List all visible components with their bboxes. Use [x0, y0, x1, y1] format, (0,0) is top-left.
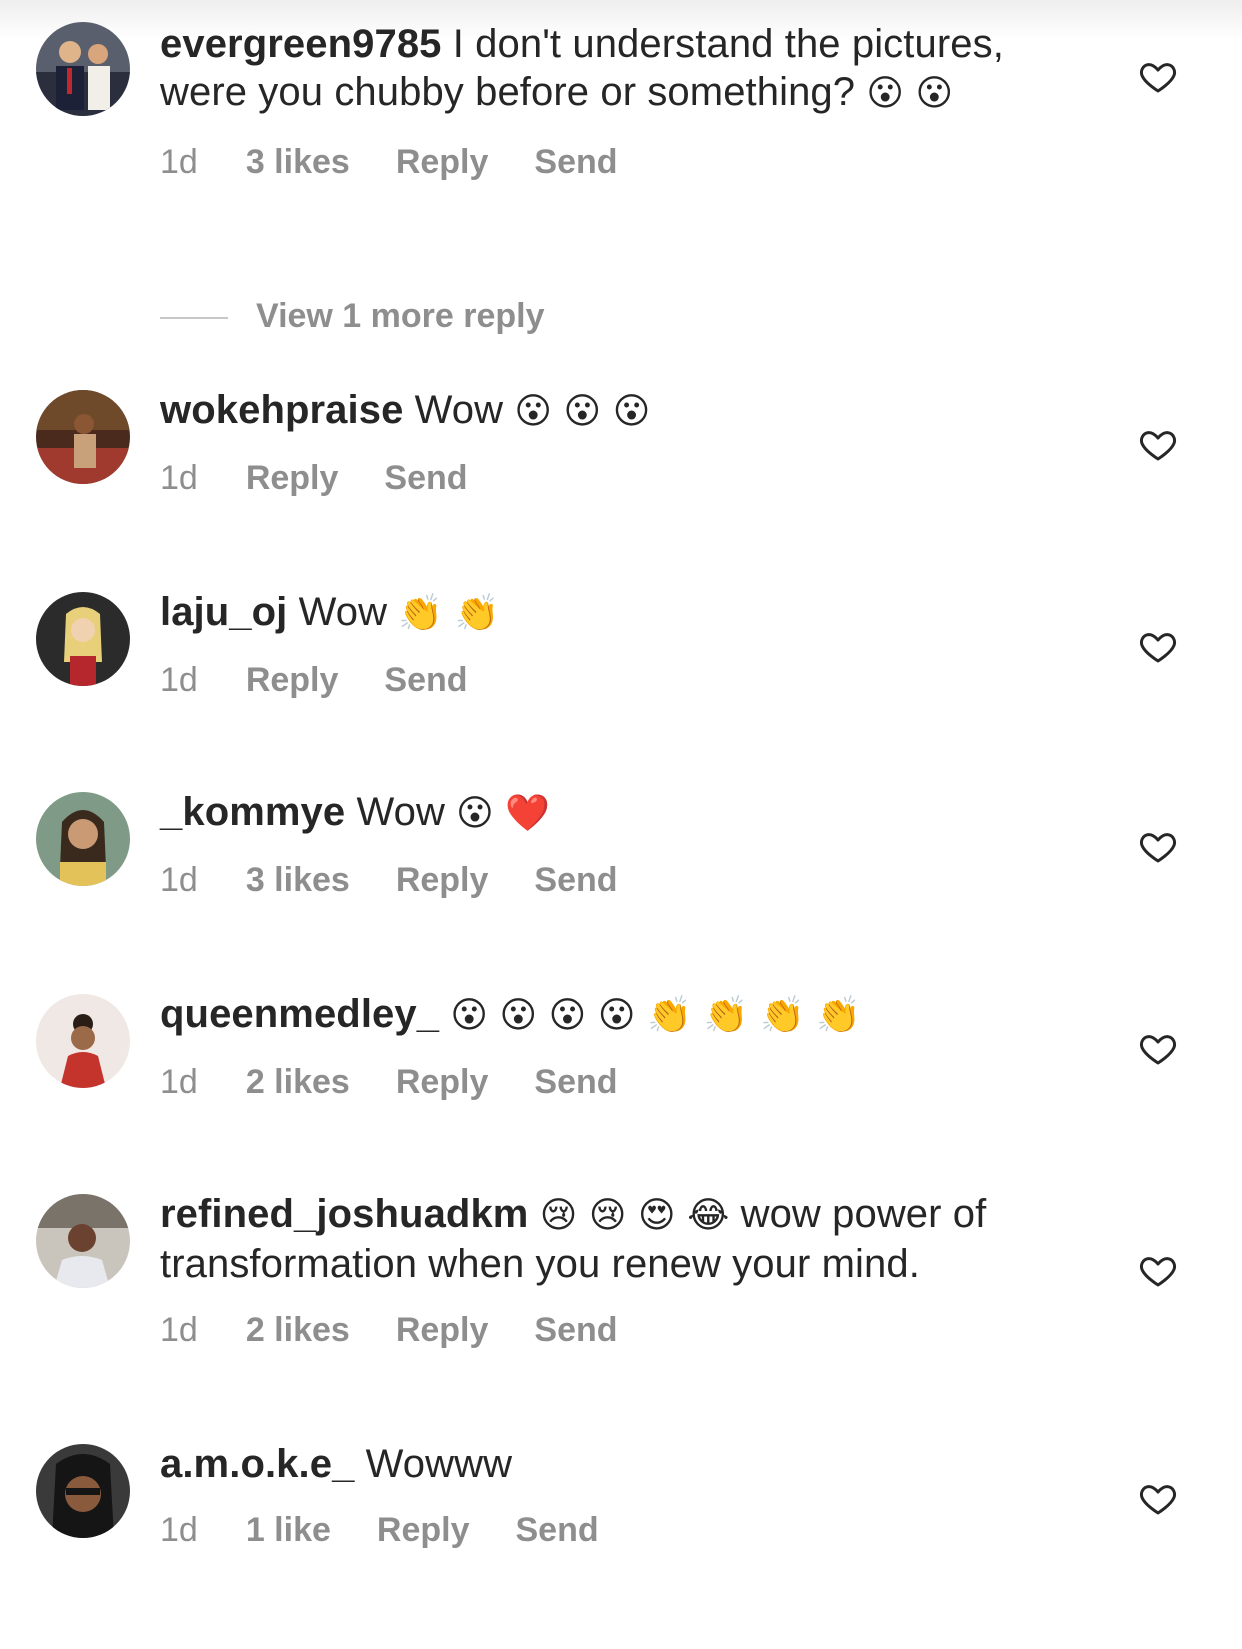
comment-username[interactable]: wokehpraise — [160, 388, 403, 432]
reply-button[interactable]: Reply — [396, 143, 489, 181]
avatar[interactable] — [36, 1444, 130, 1538]
avatar[interactable] — [36, 390, 130, 484]
avatar[interactable] — [36, 994, 130, 1088]
avatar[interactable] — [36, 592, 130, 686]
comment-time: 1d — [160, 1311, 198, 1349]
comment-time: 1d — [160, 1063, 198, 1101]
comment-emoji: 👏 👏 — [398, 593, 500, 634]
comment-text: Wowww — [365, 1442, 513, 1486]
reply-button[interactable]: Reply — [246, 661, 339, 699]
heart-outline-icon[interactable] — [1138, 1478, 1178, 1518]
comment-likes[interactable]: 2 likes — [246, 1311, 350, 1349]
comment-text: Wow — [298, 590, 388, 634]
comment-username[interactable]: queenmedley_ — [160, 992, 439, 1036]
comment-time: 1d — [160, 459, 198, 497]
send-button[interactable]: Send — [534, 861, 617, 899]
send-button[interactable]: Send — [516, 1511, 599, 1549]
heart-outline-icon[interactable] — [1138, 56, 1178, 96]
comment-time: 1d — [160, 861, 198, 899]
heart-outline-icon[interactable] — [1138, 1028, 1178, 1068]
comment-time: 1d — [160, 143, 198, 181]
heart-outline-icon[interactable] — [1138, 424, 1178, 464]
view-more-replies-button[interactable]: View 1 more reply — [160, 296, 545, 336]
divider-line — [160, 317, 228, 320]
comment-text: Wow — [414, 388, 504, 432]
comment-username[interactable]: laju_oj — [160, 590, 287, 634]
comment-username[interactable]: evergreen9785 — [160, 22, 442, 66]
send-button[interactable]: Send — [384, 661, 467, 699]
comment-emoji: 😮 😮 😮 — [514, 391, 651, 432]
view-more-label: View 1 more reply — [256, 297, 545, 335]
comment-likes[interactable]: 3 likes — [246, 143, 350, 181]
avatar[interactable] — [36, 22, 130, 116]
comment-emoji: 😢 😢 😍 😂 — [539, 1195, 730, 1236]
comment-username[interactable]: a.m.o.k.e_ — [160, 1442, 354, 1486]
send-button[interactable]: Send — [384, 459, 467, 497]
comment-username[interactable]: refined_joshuadkm — [160, 1192, 528, 1236]
comment-username[interactable]: _kommye — [160, 790, 345, 834]
avatar[interactable] — [36, 1194, 130, 1288]
reply-button[interactable]: Reply — [377, 1511, 470, 1549]
comment-likes[interactable]: 1 like — [246, 1511, 331, 1549]
send-button[interactable]: Send — [534, 1311, 617, 1349]
comment-time: 1d — [160, 1511, 198, 1549]
comment-emoji: 😮 😮 😮 😮 👏 👏 👏 👏 — [450, 995, 862, 1036]
comment-emoji: 😮 😮 — [866, 73, 954, 114]
comment-emoji: 😮 ❤️ — [456, 793, 551, 834]
reply-button[interactable]: Reply — [396, 1311, 489, 1349]
send-button[interactable]: Send — [534, 143, 617, 181]
comment-text: Wow — [356, 790, 445, 834]
reply-button[interactable]: Reply — [246, 459, 339, 497]
send-button[interactable]: Send — [534, 1063, 617, 1101]
avatar[interactable] — [36, 792, 130, 886]
comment-time: 1d — [160, 661, 198, 699]
heart-outline-icon[interactable] — [1138, 1250, 1178, 1290]
reply-button[interactable]: Reply — [396, 1063, 489, 1101]
heart-outline-icon[interactable] — [1138, 826, 1178, 866]
heart-outline-icon[interactable] — [1138, 626, 1178, 666]
comment-likes[interactable]: 3 likes — [246, 861, 350, 899]
reply-button[interactable]: Reply — [396, 861, 489, 899]
comment-likes[interactable]: 2 likes — [246, 1063, 350, 1101]
